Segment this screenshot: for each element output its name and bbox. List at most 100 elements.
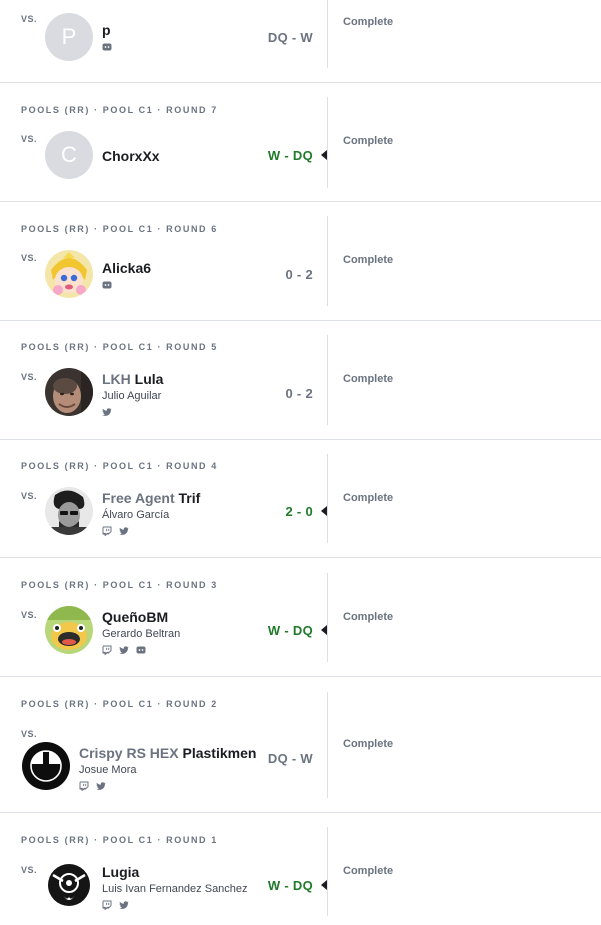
twitch-icon[interactable] [79, 781, 89, 791]
column-divider [327, 692, 328, 798]
match-score: W - DQ [267, 148, 313, 163]
round-label: POOLS (RR) · POOL C1 · ROUND 7 [21, 105, 218, 115]
gamertag: Lugia [102, 864, 140, 880]
avatar-initial: C [61, 142, 77, 167]
twitter-icon[interactable] [119, 526, 129, 536]
discord-icon[interactable] [102, 42, 112, 52]
opponent-avatar[interactable] [22, 742, 70, 790]
vs-label: VS. [21, 372, 38, 382]
opponent-info: Free Agent Trif Álvaro García [102, 490, 200, 536]
row-separator [0, 320, 601, 321]
match-score: 0 - 2 [285, 267, 313, 282]
opponent-name[interactable]: Free Agent Trif [102, 490, 200, 506]
vs-label: VS. [21, 865, 38, 875]
opponent-avatar[interactable] [45, 368, 93, 416]
opponent-avatar[interactable] [45, 487, 93, 535]
winner-marker-icon [321, 880, 327, 890]
vs-label: VS. [21, 491, 38, 501]
opponent-name[interactable]: QueñoBM [102, 609, 180, 625]
round-label: POOLS (RR) · POOL C1 · ROUND 3 [21, 580, 218, 590]
opponent-avatar[interactable] [45, 606, 93, 654]
row-separator [0, 439, 601, 440]
twitter-icon[interactable] [96, 781, 106, 791]
gamertag: Alicka6 [102, 260, 152, 276]
social-links [102, 407, 163, 417]
real-name: Luis Ivan Fernandez Sanchez [102, 883, 248, 895]
row-separator [0, 812, 601, 813]
opponent-info: p [102, 22, 112, 52]
social-links [79, 781, 256, 791]
opponent-avatar[interactable]: C [45, 131, 93, 179]
social-links [102, 900, 248, 910]
match-score: DQ - W [267, 30, 313, 45]
opponent-avatar[interactable] [45, 861, 93, 909]
column-divider [327, 573, 328, 662]
cartoon-frog-avatar [45, 606, 93, 654]
opponent-avatar[interactable]: P [45, 13, 93, 61]
match-status: Complete [343, 373, 394, 385]
twitter-icon[interactable] [119, 645, 129, 655]
opponent-info: Alicka6 [102, 260, 151, 290]
opponent-name[interactable]: ChorxXx [102, 148, 160, 164]
twitch-icon[interactable] [102, 900, 112, 910]
sponsor-prefix: LKH [102, 371, 131, 387]
round-label: POOLS (RR) · POOL C1 · ROUND 6 [21, 224, 218, 234]
real-name: Álvaro García [102, 509, 170, 521]
smash-logo-avatar [22, 742, 70, 790]
gamertag: ChorxXx [102, 148, 160, 164]
real-name: Julio Aguilar [102, 390, 162, 402]
gamertag: p [102, 22, 111, 38]
row-separator [0, 82, 601, 83]
match-score: 2 - 0 [285, 504, 313, 519]
vs-label: VS. [21, 134, 38, 144]
twitch-icon[interactable] [102, 645, 112, 655]
sponsor-prefix: Crispy RS HEX [79, 745, 179, 761]
match-score: W - DQ [267, 623, 313, 638]
opponent-info: LKH Lula Julio Aguilar [102, 371, 163, 417]
discord-icon[interactable] [136, 645, 146, 655]
winner-marker-icon [321, 625, 327, 635]
opponent-name[interactable]: LKH Lula [102, 371, 163, 387]
twitter-icon[interactable] [119, 900, 129, 910]
opponent-info: Lugia Luis Ivan Fernandez Sanchez [102, 864, 248, 910]
discord-icon[interactable] [102, 280, 112, 290]
opponent-name[interactable]: Lugia [102, 864, 248, 880]
column-divider [327, 827, 328, 916]
column-divider [327, 335, 328, 425]
row-separator [0, 676, 601, 677]
real-name: Josue Mora [79, 764, 137, 776]
gamertag: Lula [134, 371, 164, 387]
match-status: Complete [343, 738, 394, 750]
opponent-info: QueñoBM Gerardo Beltran [102, 609, 180, 655]
vs-label: VS. [21, 14, 38, 24]
column-divider [327, 0, 328, 68]
opponent-info: ChorxXx [102, 148, 160, 164]
match-status: Complete [343, 16, 394, 28]
bw-portrait-avatar [45, 487, 93, 535]
gamertag: QueñoBM [102, 609, 169, 625]
twitch-icon[interactable] [102, 526, 112, 536]
match-status: Complete [343, 135, 394, 147]
gamertag: Plastikmen [182, 745, 257, 761]
opponent-name[interactable]: Alicka6 [102, 260, 151, 276]
twitter-icon[interactable] [102, 407, 112, 417]
opponent-info: Crispy RS HEX Plastikmen Josue Mora [79, 745, 256, 791]
column-divider [327, 97, 328, 188]
round-label: POOLS (RR) · POOL C1 · ROUND 2 [21, 699, 218, 709]
social-links [102, 645, 180, 655]
match-status: Complete [343, 254, 394, 266]
opponent-name[interactable]: Crispy RS HEX Plastikmen [79, 745, 256, 761]
face-photo-avatar [45, 368, 93, 416]
match-status: Complete [343, 611, 394, 623]
winner-marker-icon [321, 506, 327, 516]
match-score: W - DQ [267, 878, 313, 893]
avatar-initial: P [61, 24, 77, 49]
opponent-name[interactable]: p [102, 22, 112, 38]
vs-label: VS. [21, 729, 38, 739]
opponent-avatar[interactable] [45, 250, 93, 298]
row-separator [0, 201, 601, 202]
column-divider [327, 454, 328, 543]
round-label: POOLS (RR) · POOL C1 · ROUND 4 [21, 461, 218, 471]
vs-label: VS. [21, 253, 38, 263]
round-label: POOLS (RR) · POOL C1 · ROUND 1 [21, 835, 218, 845]
